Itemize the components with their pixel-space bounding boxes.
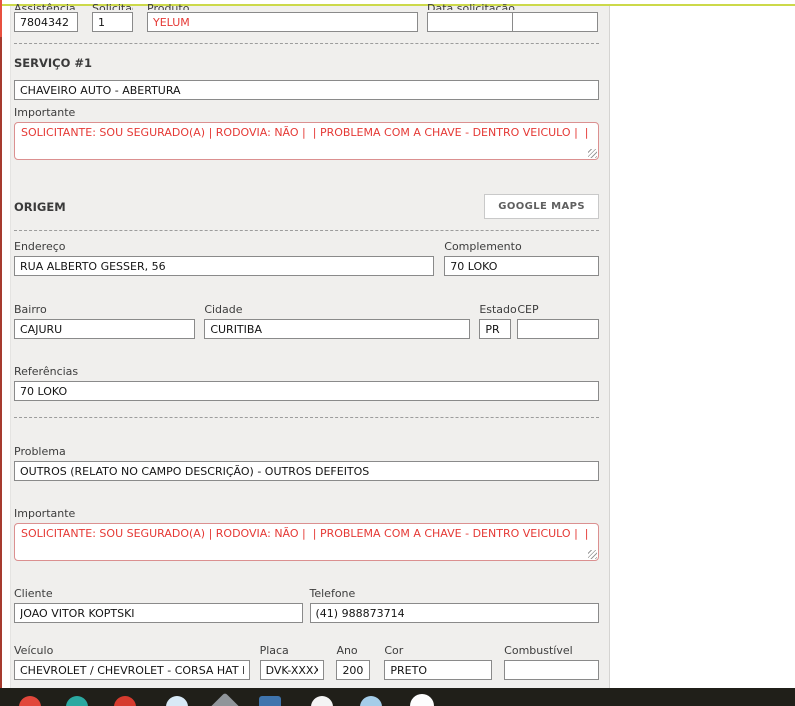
blue-window-app-icon[interactable]: [259, 696, 281, 706]
taskbar: [0, 688, 795, 706]
telefone-label: Telefone: [309, 587, 356, 600]
combustivel-field: Combustível: [504, 644, 599, 680]
importante2-label: Importante: [14, 507, 76, 520]
light-blue-app-icon[interactable]: [166, 696, 188, 706]
produto-input[interactable]: [147, 12, 418, 32]
data-solicitacao-time-input[interactable]: [512, 12, 598, 32]
cliente-field: Cliente: [14, 587, 303, 623]
header-field-row: Assistência Solicitação Produto Data sol…: [14, 2, 599, 32]
servico-heading: SERVIÇO #1: [14, 56, 93, 70]
combustivel-label: Combustível: [504, 644, 573, 657]
importante2-textarea[interactable]: SOLICITANTE: SOU SEGURADO(A) | RODOVIA: …: [14, 523, 599, 561]
estado-label: Estado: [479, 303, 517, 316]
complemento-field: Complemento: [444, 240, 599, 276]
white-circle-app-icon[interactable]: [311, 696, 333, 706]
cep-label: CEP: [517, 303, 539, 316]
problema-input[interactable]: [14, 461, 599, 481]
placa-label: Placa: [259, 644, 289, 657]
veiculo-field: Veículo: [14, 644, 250, 680]
district-row: Bairro Cidade Estado CEP: [14, 303, 599, 339]
screen: Assistência Solicitação Produto Data sol…: [0, 0, 795, 706]
cidade-input[interactable]: [204, 319, 471, 339]
veiculo-label: Veículo: [14, 644, 54, 657]
cor-input[interactable]: [384, 660, 493, 680]
telefone-input[interactable]: [309, 603, 599, 623]
gray-pointer-app-icon[interactable]: [209, 692, 241, 706]
resize-grip-icon[interactable]: [588, 550, 597, 559]
produto-field: Produto: [147, 2, 418, 32]
client-row: Cliente Telefone: [14, 587, 599, 623]
endereco-field: Endereço: [14, 240, 435, 276]
referencias-input[interactable]: [14, 381, 599, 401]
endereco-label: Endereço: [14, 240, 66, 253]
teal-circle-app-icon[interactable]: [66, 696, 88, 706]
solicitacao-label: Solicitação: [92, 2, 133, 10]
cidade-label: Cidade: [204, 303, 243, 316]
cliente-input[interactable]: [14, 603, 303, 623]
produto-label: Produto: [147, 2, 190, 10]
complemento-label: Complemento: [444, 240, 522, 253]
placa-field: Placa: [259, 644, 325, 680]
ano-label: Ano: [336, 644, 358, 657]
cidade-field: Cidade: [204, 303, 471, 339]
vehicle-row: Veículo Placa Ano Cor Combustível: [14, 644, 599, 680]
red-circle-app-icon[interactable]: [19, 696, 41, 706]
data-solicitacao-label: Data solicitação: [427, 2, 516, 10]
separator: [14, 417, 599, 418]
importante1-label: Importante: [14, 106, 76, 119]
red-badge-app-icon[interactable]: [114, 696, 136, 706]
cliente-label: Cliente: [14, 587, 53, 600]
importante2-wrap: SOLICITANTE: SOU SEGURADO(A) | RODOVIA: …: [14, 523, 599, 561]
endereco-input[interactable]: [14, 256, 435, 276]
white-globe-app-icon[interactable]: [410, 694, 434, 706]
solicitacao-field: Solicitação: [92, 2, 133, 32]
origem-heading: ORIGEM: [14, 199, 66, 214]
resize-grip-icon[interactable]: [588, 149, 597, 158]
address-row: Endereço Complemento: [14, 240, 599, 276]
data-solicitacao-field: Data solicitação: [427, 2, 599, 32]
problema-label: Problema: [14, 445, 66, 458]
combustivel-input[interactable]: [504, 660, 599, 680]
placa-input[interactable]: [259, 660, 325, 680]
assistencia-input[interactable]: [14, 12, 78, 32]
importante1-wrap: SOLICITANTE: SOU SEGURADO(A) | RODOVIA: …: [14, 122, 599, 160]
blue-circle-app-icon[interactable]: [360, 696, 382, 706]
cor-field: Cor: [384, 644, 493, 680]
separator: [14, 43, 599, 44]
ano-field: Ano: [336, 644, 371, 680]
left-edge-accent: [0, 0, 2, 688]
telefone-field: Telefone: [309, 587, 599, 623]
origem-header-row: ORIGEM GOOGLE MAPS: [14, 194, 599, 219]
data-solicitacao-date-input[interactable]: [427, 12, 513, 32]
separator: [14, 230, 599, 231]
assistencia-label: Assistência: [14, 2, 76, 10]
veiculo-input[interactable]: [14, 660, 250, 680]
complemento-input[interactable]: [444, 256, 599, 276]
assistencia-field: Assistência: [14, 2, 78, 32]
cor-label: Cor: [384, 644, 404, 657]
estado-input[interactable]: [479, 319, 512, 339]
ano-input[interactable]: [336, 660, 371, 680]
google-maps-button[interactable]: GOOGLE MAPS: [484, 194, 599, 219]
bairro-input[interactable]: [14, 319, 196, 339]
cep-field: CEP: [517, 303, 599, 339]
servico-input[interactable]: [14, 80, 599, 100]
form-panel: Assistência Solicitação Produto Data sol…: [10, 2, 610, 688]
solicitacao-input[interactable]: [92, 12, 133, 32]
estado-field: Estado: [479, 303, 517, 339]
cep-input[interactable]: [517, 319, 599, 339]
referencias-label: Referências: [14, 365, 79, 378]
importante1-textarea[interactable]: SOLICITANTE: SOU SEGURADO(A) | RODOVIA: …: [14, 122, 599, 160]
bairro-field: Bairro: [14, 303, 196, 339]
bairro-label: Bairro: [14, 303, 47, 316]
